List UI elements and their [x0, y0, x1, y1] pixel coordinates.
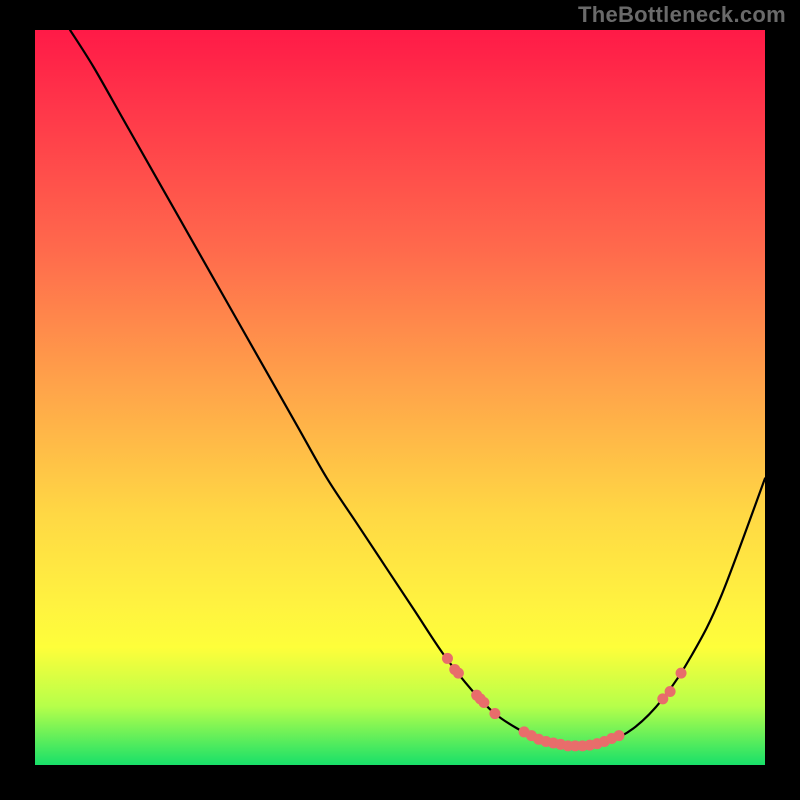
bottleneck-curve-path — [70, 30, 765, 747]
chart-wrapper: TheBottleneck.com — [0, 0, 800, 800]
plot-area — [35, 30, 765, 765]
scatter-dot — [665, 686, 676, 697]
scatter-dot — [453, 668, 464, 679]
scatter-dot — [478, 697, 489, 708]
scatter-dot — [614, 730, 625, 741]
scatter-dot — [489, 708, 500, 719]
scatter-dot — [676, 668, 687, 679]
curve-svg — [35, 30, 765, 765]
scatter-dot — [442, 653, 453, 664]
attribution-text: TheBottleneck.com — [578, 2, 786, 28]
scatter-dots — [442, 653, 687, 751]
